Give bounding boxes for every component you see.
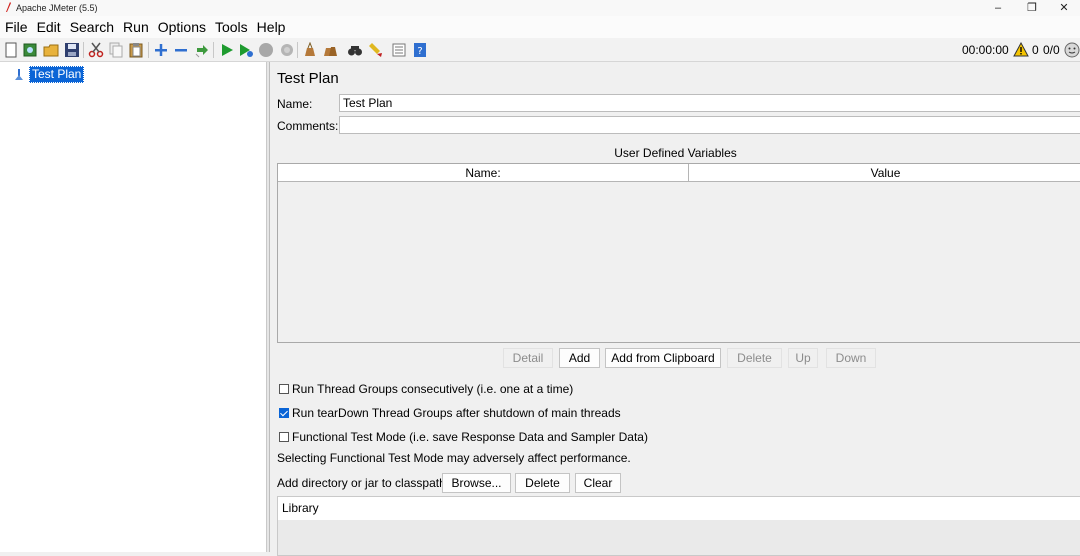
new-icon[interactable]: [3, 42, 19, 58]
templates-icon[interactable]: [22, 42, 38, 58]
expand-icon[interactable]: [153, 42, 169, 58]
move-up-button[interactable]: Up: [788, 348, 818, 368]
serial-thread-groups-option[interactable]: Run Thread Groups consecutively (i.e. on…: [279, 382, 573, 396]
clear-all-icon[interactable]: [322, 42, 338, 58]
test-plan-tree: Test Plan: [0, 62, 267, 552]
warning-count: 0: [1032, 43, 1039, 57]
menu-search[interactable]: Search: [65, 19, 118, 35]
elapsed-timer: 00:00:00: [962, 43, 1009, 57]
menu-bar: File Edit Search Run Options Tools Help: [0, 16, 1080, 38]
menu-file[interactable]: File: [0, 19, 32, 35]
svg-text:?: ?: [417, 46, 422, 57]
delete-classpath-button[interactable]: Delete: [515, 473, 570, 493]
warning-icon[interactable]: [1013, 42, 1029, 58]
reset-search-icon[interactable]: [367, 42, 383, 58]
functional-mode-option[interactable]: Functional Test Mode (i.e. save Response…: [279, 430, 648, 444]
toolbar-separator: [148, 42, 149, 58]
cut-icon[interactable]: [88, 42, 104, 58]
start-no-pauses-icon[interactable]: [238, 42, 254, 58]
title-bar: Apache JMeter (5.5) – ❐ ✕: [0, 0, 1080, 16]
menu-run[interactable]: Run: [118, 19, 153, 35]
search-icon[interactable]: [347, 42, 363, 58]
name-label: Name:: [277, 97, 313, 111]
user-defined-variables-table[interactable]: Name: Value: [277, 163, 1080, 343]
window-title: Apache JMeter (5.5): [16, 3, 98, 13]
functional-mode-note: Selecting Functional Test Mode may adver…: [277, 451, 631, 465]
copy-icon[interactable]: [108, 42, 124, 58]
teardown-label: Run tearDown Thread Groups after shutdow…: [292, 406, 621, 420]
column-header-value[interactable]: Value: [689, 164, 1080, 182]
minimize-button[interactable]: –: [982, 0, 1014, 16]
test-plan-panel: Test Plan Name: Comments: User Defined V…: [271, 62, 1080, 556]
delete-variable-button[interactable]: Delete: [727, 348, 782, 368]
library-column-header[interactable]: Library: [278, 497, 1080, 520]
collapse-icon[interactable]: [173, 42, 189, 58]
comments-label: Comments:: [277, 119, 339, 133]
browse-button[interactable]: Browse...: [442, 473, 511, 493]
serial-thread-groups-label: Run Thread Groups consecutively (i.e. on…: [292, 382, 574, 396]
stop-icon[interactable]: [258, 42, 274, 58]
menu-help[interactable]: Help: [252, 19, 290, 35]
status-face-icon: [1064, 42, 1080, 58]
save-icon[interactable]: [64, 42, 80, 58]
functional-mode-checkbox[interactable]: [279, 432, 289, 442]
classpath-label: Add directory or jar to classpath: [277, 476, 446, 490]
toggle-icon[interactable]: [194, 42, 210, 58]
jmeter-feather-icon: [6, 2, 11, 12]
serial-thread-groups-checkbox[interactable]: [279, 384, 289, 394]
toolbar-separator: [83, 42, 84, 58]
menu-tools[interactable]: Tools: [210, 19, 252, 35]
add-from-clipboard-button[interactable]: Add from Clipboard: [605, 348, 721, 368]
toolbar-separator: [297, 42, 298, 58]
toolbar: ? 00:00:00 0 0/0: [0, 38, 1080, 62]
functional-mode-label: Functional Test Mode (i.e. save Response…: [292, 430, 648, 444]
close-button[interactable]: ✕: [1048, 0, 1080, 16]
menu-options[interactable]: Options: [153, 19, 210, 35]
user-defined-variables-title: User Defined Variables: [614, 146, 737, 160]
teardown-option[interactable]: Run tearDown Thread Groups after shutdow…: [279, 406, 621, 420]
clear-classpath-button[interactable]: Clear: [575, 473, 621, 493]
clear-icon[interactable]: [302, 42, 318, 58]
menu-edit[interactable]: Edit: [32, 19, 65, 35]
classpath-library-table[interactable]: Library: [277, 496, 1080, 556]
column-header-name[interactable]: Name:: [278, 164, 689, 182]
restore-button[interactable]: ❐: [1016, 0, 1048, 16]
thread-count: 0/0: [1043, 43, 1060, 57]
name-field[interactable]: [339, 94, 1080, 112]
comments-field[interactable]: [339, 116, 1080, 134]
toolbar-separator: [213, 42, 214, 58]
move-down-button[interactable]: Down: [826, 348, 876, 368]
teardown-checkbox[interactable]: [279, 408, 289, 418]
function-helper-icon[interactable]: [391, 42, 407, 58]
detail-button[interactable]: Detail: [503, 348, 553, 368]
help-icon[interactable]: ?: [412, 42, 428, 58]
add-button[interactable]: Add: [559, 348, 600, 368]
open-icon[interactable]: [43, 42, 59, 58]
shutdown-icon[interactable]: [279, 42, 295, 58]
page-title: Test Plan: [277, 70, 339, 87]
test-plan-icon: [15, 68, 23, 80]
tree-node-label[interactable]: Test Plan: [29, 65, 85, 83]
start-icon[interactable]: [219, 42, 235, 58]
pane-splitter[interactable]: [267, 62, 270, 552]
tree-node-test-plan[interactable]: Test Plan: [14, 65, 85, 83]
paste-icon[interactable]: [128, 42, 144, 58]
